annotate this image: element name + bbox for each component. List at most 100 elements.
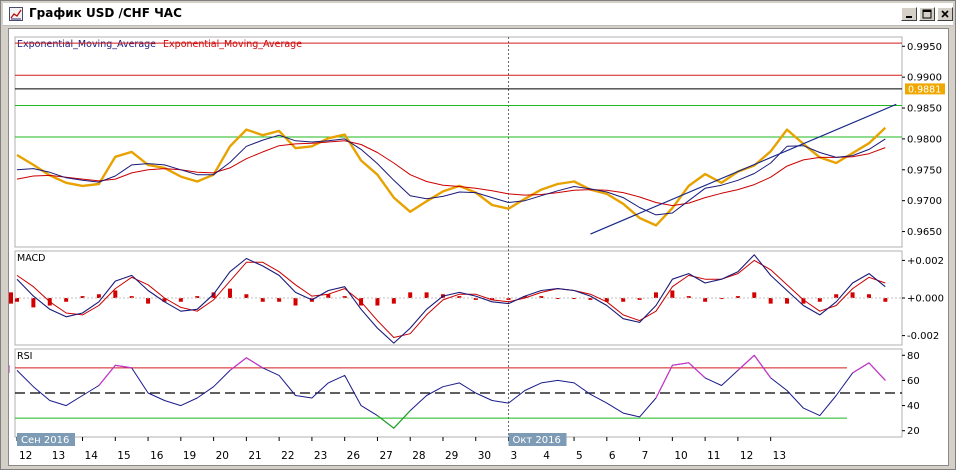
macd-tick-label: +0.002 — [907, 256, 944, 267]
time-tick-label: 16 — [150, 450, 164, 462]
legend-ema-slow: Exponential_Moving_Average — [163, 39, 302, 50]
macd-histogram-bar — [293, 298, 298, 306]
macd-histogram-bar — [15, 298, 19, 302]
time-tick-label: 27 — [379, 450, 392, 462]
rsi-axis: 80 60 40 20 — [902, 351, 920, 437]
ema-fast-line — [16, 134, 886, 216]
legend-ema-fast: Exponential_Moving_Average — [17, 39, 156, 50]
legend: Exponential_Moving_Average Exponential_M… — [17, 39, 302, 50]
month-badge-label: Окт 2016 — [513, 435, 561, 446]
macd-histogram-bar — [703, 298, 708, 302]
price-tick-label: 0.9850 — [907, 104, 942, 115]
macd-histogram-bar — [866, 294, 871, 298]
time-tick-label: 21 — [248, 450, 261, 462]
macd-histogram-bar — [375, 298, 380, 306]
rsi-tick-label: 80 — [907, 351, 920, 362]
macd-histogram-bar — [227, 288, 232, 298]
price-tick-label: 0.9750 — [907, 165, 942, 176]
rsi-overbought-segment — [688, 362, 706, 379]
trendline — [590, 103, 897, 235]
macd-histogram-bar — [785, 298, 790, 304]
time-tick-label: 11 — [707, 450, 720, 462]
chart-area[interactable]: Exponential_Moving_Average Exponential_M… — [8, 28, 949, 466]
macd-histogram-bar — [113, 290, 118, 298]
macd-histogram-bar — [260, 298, 265, 302]
macd-histogram-bar — [96, 294, 101, 298]
maximize-button[interactable] — [919, 7, 935, 21]
minimize-button[interactable] — [901, 7, 917, 21]
macd-histogram-bar — [817, 298, 822, 302]
macd-axis: +0.002 +0.000 -0.002 — [902, 256, 944, 342]
macd-histogram-bar — [653, 292, 658, 298]
time-tick-label: 19 — [183, 450, 196, 462]
rsi-label: RSI — [17, 351, 32, 362]
time-tick-label: 15 — [117, 450, 130, 462]
price-axis: 0.9950 0.9900 0.9850 0.9800 0.9750 0.9700 0.96… — [902, 42, 942, 238]
rsi-overbought-segment — [98, 364, 116, 386]
macd-histogram-bar — [391, 298, 396, 304]
macd-histogram-bar — [424, 292, 429, 298]
macd-histogram-bar — [9, 296, 13, 298]
macd-histogram-bar — [146, 298, 151, 304]
time-tick-label: 23 — [314, 450, 327, 462]
time-tick-label: 12 — [19, 450, 32, 462]
macd-histogram-bar — [277, 298, 282, 302]
time-tick-label: 4 — [543, 450, 550, 462]
time-tick-label: 3 — [511, 450, 518, 462]
window-title: График USD /CHF ЧАС — [29, 6, 182, 20]
time-tick-label: 30 — [478, 450, 491, 462]
rsi-series — [9, 354, 886, 429]
macd-histogram-bar — [244, 294, 249, 298]
month-badge-label: Сен 2016 — [21, 435, 69, 446]
time-tick-label: 13 — [52, 450, 65, 462]
macd-tick-label: +0.000 — [907, 294, 944, 305]
time-tick-label: 5 — [576, 450, 583, 462]
time-tick-label: 6 — [609, 450, 616, 462]
macd-histogram-bar — [621, 298, 626, 302]
time-tick-label: 28 — [412, 450, 425, 462]
price-line — [16, 126, 887, 227]
time-tick-label: 20 — [216, 450, 229, 462]
chart-svg[interactable]: Exponential_Moving_Average Exponential_M… — [9, 29, 948, 465]
macd-series — [9, 254, 902, 344]
macd-histogram-bar — [9, 298, 13, 300]
close-icon — [941, 10, 949, 18]
time-tick-label: 7 — [642, 450, 649, 462]
macd-tick-label: -0.002 — [907, 331, 939, 342]
time-tick-label: 14 — [85, 450, 99, 462]
rsi-overbought-segment — [753, 354, 772, 379]
price-tick-label: 0.9900 — [907, 73, 942, 84]
macd-histogram-bar — [408, 292, 413, 298]
current-price-label: 0.9881 — [908, 84, 941, 95]
chart-window: График USD /CHF ЧАС Exponential_Moving_A… — [0, 0, 956, 470]
macd-histogram-bar — [883, 298, 888, 302]
rsi-overbought-segment — [868, 362, 886, 381]
price-tick-label: 0.9950 — [907, 42, 942, 53]
chart-window-icon — [9, 7, 23, 21]
price-series — [16, 103, 897, 235]
rsi-line — [16, 354, 886, 429]
rsi-oversold-segment — [393, 410, 411, 429]
rsi-overbought-segment — [246, 357, 264, 369]
title-bar[interactable]: График USD /CHF ЧАС — [3, 3, 953, 26]
macd-histogram-bar — [768, 298, 773, 304]
macd-histogram-bar — [64, 298, 69, 302]
time-tick-label: 29 — [445, 450, 458, 462]
macd-histogram-bar — [31, 298, 36, 308]
rsi-tick-label: 60 — [907, 376, 920, 387]
macd-histogram-bar — [850, 292, 855, 298]
macd-histogram-bar — [752, 292, 757, 298]
price-panel — [14, 36, 903, 248]
macd-label: MACD — [17, 253, 45, 264]
macd-histogram-bar — [834, 294, 839, 298]
close-button[interactable] — [937, 7, 953, 21]
time-tick-label: 22 — [281, 450, 294, 462]
time-tick-label: 26 — [347, 450, 361, 462]
time-tick-label: 13 — [773, 450, 786, 462]
rsi-tick-label: 40 — [907, 401, 920, 412]
price-tick-label: 0.9800 — [907, 134, 942, 145]
price-tick-label: 0.9700 — [907, 196, 942, 207]
time-tick-label: 12 — [740, 450, 753, 462]
rsi-overbought-segment — [229, 357, 247, 371]
rsi-oversold-segment — [377, 415, 395, 429]
